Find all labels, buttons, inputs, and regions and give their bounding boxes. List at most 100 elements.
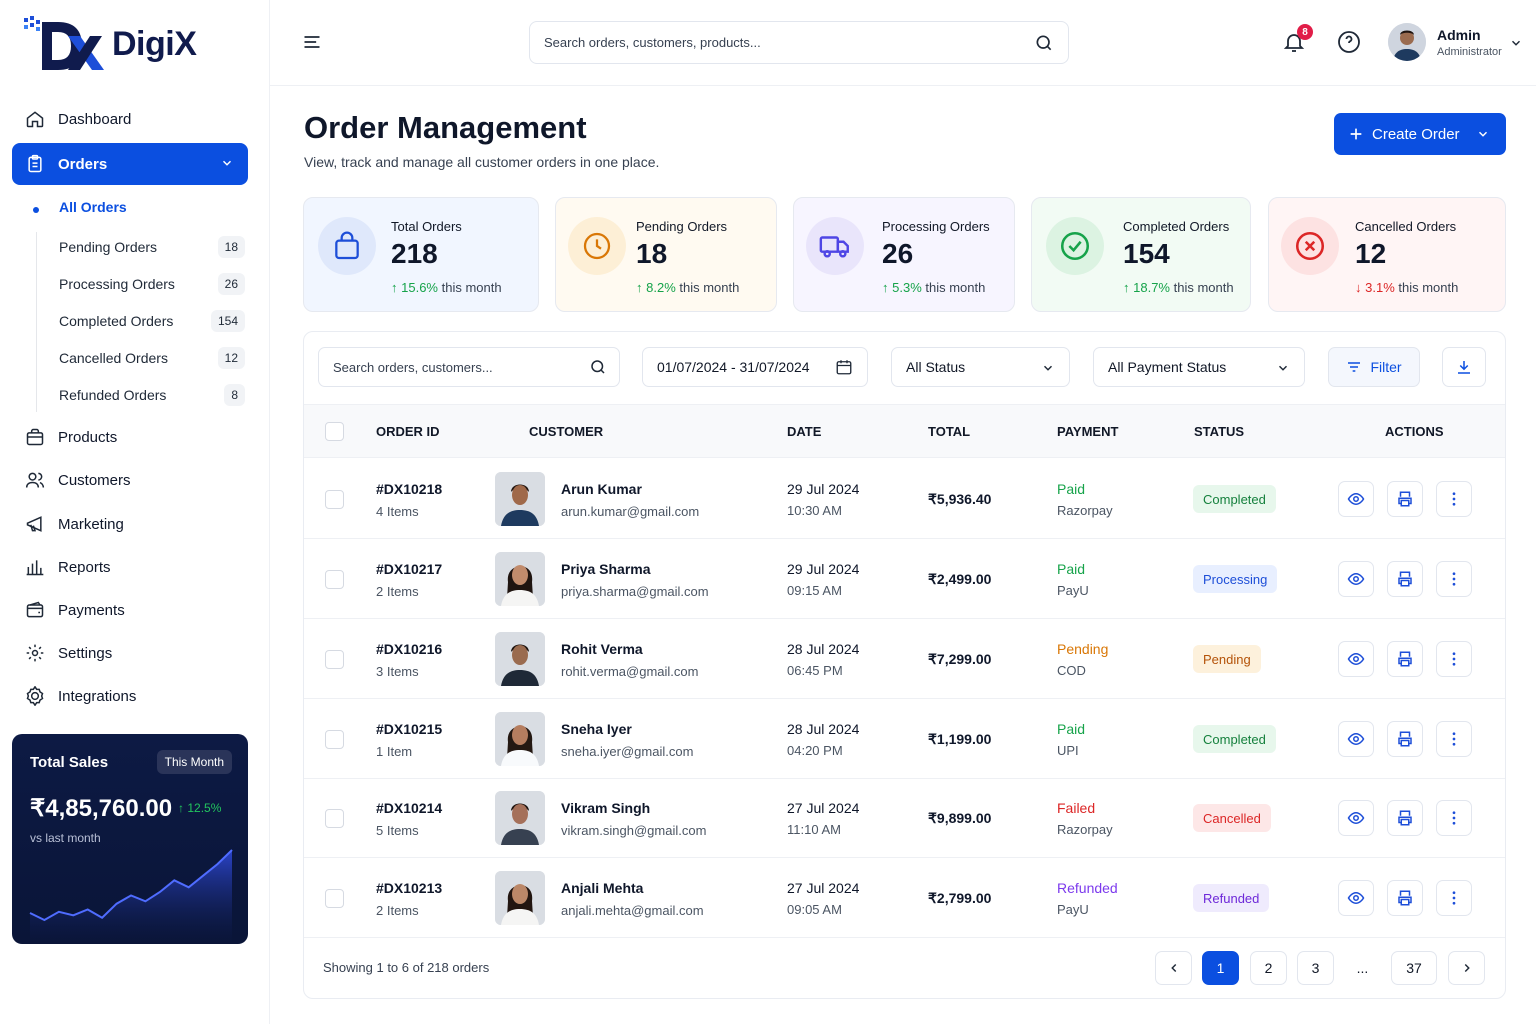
- stat-card-total[interactable]: Total Orders 218 ↑ 15.6% this month: [303, 197, 539, 312]
- sidebar-sub-cancelled[interactable]: Cancelled Orders 12: [59, 343, 245, 373]
- col-date[interactable]: DATE: [787, 424, 821, 439]
- more-options-button[interactable]: [1436, 721, 1472, 757]
- sidebar-sub-all-orders[interactable]: All Orders: [59, 199, 127, 215]
- page-button[interactable]: 37: [1391, 951, 1437, 985]
- customer-name[interactable]: Arun Kumar: [561, 481, 642, 497]
- search-icon[interactable]: [1034, 33, 1054, 56]
- customer-name[interactable]: Vikram Singh: [561, 800, 650, 816]
- customer-name[interactable]: Priya Sharma: [561, 561, 651, 577]
- filter-button[interactable]: Filter: [1328, 347, 1420, 387]
- sidebar-sub-completed[interactable]: Completed Orders 154: [59, 306, 245, 336]
- table-row[interactable]: [304, 778, 1505, 858]
- page-button[interactable]: 1: [1202, 951, 1239, 985]
- sales-period-pill[interactable]: This Month: [156, 750, 232, 774]
- print-button[interactable]: [1387, 721, 1423, 757]
- chevron-down-icon[interactable]: [1476, 127, 1490, 141]
- more-options-button[interactable]: [1436, 481, 1472, 517]
- more-options-button[interactable]: [1436, 641, 1472, 677]
- sidebar-sub-refunded[interactable]: Refunded Orders 8: [59, 380, 245, 410]
- print-button[interactable]: [1387, 641, 1423, 677]
- order-id[interactable]: #DX10216: [376, 641, 442, 657]
- more-options-button[interactable]: [1436, 561, 1472, 597]
- print-button[interactable]: [1387, 800, 1423, 836]
- sidebar-item-payments[interactable]: Payments: [12, 589, 248, 631]
- status-select[interactable]: All Status: [891, 347, 1070, 387]
- sidebar-item-reports[interactable]: Reports: [12, 546, 248, 588]
- brand-logo[interactable]: DigiX: [22, 16, 197, 72]
- select-all-checkbox[interactable]: [325, 422, 344, 441]
- print-button[interactable]: [1387, 481, 1423, 517]
- col-order-id[interactable]: ORDER ID: [376, 424, 440, 439]
- more-options-button[interactable]: [1436, 880, 1472, 916]
- row-checkbox[interactable]: [325, 650, 344, 669]
- order-id[interactable]: #DX10215: [376, 721, 442, 737]
- stat-card-pending[interactable]: Pending Orders 18 ↑ 8.2% this month: [555, 197, 777, 312]
- col-payment[interactable]: PAYMENT: [1057, 424, 1118, 439]
- brand-name: DigiX: [112, 24, 197, 63]
- chevron-down-icon: [1041, 361, 1055, 378]
- sidebar-item-dashboard[interactable]: Dashboard: [12, 98, 248, 140]
- view-button[interactable]: [1338, 721, 1374, 757]
- payment-status-select[interactable]: All Payment Status: [1093, 347, 1305, 387]
- user-avatar[interactable]: [1388, 23, 1426, 61]
- menu-icon[interactable]: [302, 32, 322, 57]
- date-range-picker[interactable]: 01/07/2024 - 31/07/2024: [642, 347, 868, 387]
- table-row[interactable]: [304, 699, 1505, 779]
- table-row[interactable]: [304, 858, 1505, 938]
- sidebar-item-settings[interactable]: Settings: [12, 632, 248, 674]
- view-button[interactable]: [1338, 641, 1374, 677]
- row-checkbox[interactable]: [325, 490, 344, 509]
- global-search-input[interactable]: Search orders, customers, products...: [529, 21, 1069, 64]
- view-button[interactable]: [1338, 880, 1374, 916]
- page-button[interactable]: 2: [1250, 951, 1287, 985]
- create-order-button[interactable]: Create Order: [1334, 113, 1506, 155]
- view-button[interactable]: [1338, 481, 1374, 517]
- sidebar-item-products[interactable]: Products: [12, 416, 248, 458]
- table-row[interactable]: [304, 459, 1505, 539]
- print-button[interactable]: [1387, 561, 1423, 597]
- order-id[interactable]: #DX10213: [376, 880, 442, 896]
- print-button[interactable]: [1387, 880, 1423, 916]
- customer-name[interactable]: Anjali Mehta: [561, 880, 643, 896]
- payment-method: COD: [1057, 663, 1086, 678]
- table-row[interactable]: [304, 619, 1505, 699]
- customer-avatar: [495, 871, 545, 925]
- stat-card-cancelled[interactable]: Cancelled Orders 12 ↓ 3.1% this month: [1268, 197, 1506, 312]
- row-checkbox[interactable]: [325, 730, 344, 749]
- customer-name[interactable]: Rohit Verma: [561, 641, 643, 657]
- order-search-input[interactable]: Search orders, customers...: [318, 347, 620, 387]
- sidebar-sub-pending[interactable]: Pending Orders 18: [59, 232, 245, 262]
- chevron-down-icon: [1276, 361, 1290, 378]
- table-row[interactable]: [304, 539, 1505, 619]
- order-id[interactable]: #DX10217: [376, 561, 442, 577]
- download-button[interactable]: [1442, 347, 1486, 387]
- col-status[interactable]: STATUS: [1194, 424, 1244, 439]
- sidebar-item-marketing[interactable]: Marketing: [12, 503, 248, 545]
- more-options-button[interactable]: [1436, 800, 1472, 836]
- row-checkbox[interactable]: [325, 809, 344, 828]
- next-page-button[interactable]: [1448, 951, 1485, 985]
- view-button[interactable]: [1338, 800, 1374, 836]
- customer-name[interactable]: Sneha Iyer: [561, 721, 632, 737]
- sidebar-sub-processing[interactable]: Processing Orders 26: [59, 269, 245, 299]
- sidebar-item-orders[interactable]: Orders: [12, 143, 248, 185]
- order-id[interactable]: #DX10214: [376, 800, 442, 816]
- search-icon[interactable]: [589, 358, 607, 379]
- col-total[interactable]: TOTAL: [928, 424, 970, 439]
- prev-page-button[interactable]: [1155, 951, 1192, 985]
- clock-icon: [568, 217, 626, 275]
- view-button[interactable]: [1338, 561, 1374, 597]
- sidebar-item-integrations[interactable]: Integrations: [12, 675, 248, 717]
- col-customer[interactable]: CUSTOMER: [529, 424, 603, 439]
- row-checkbox[interactable]: [325, 889, 344, 908]
- page-button[interactable]: 3: [1297, 951, 1334, 985]
- order-id[interactable]: #DX10218: [376, 481, 442, 497]
- sidebar-item-customers[interactable]: Customers: [12, 459, 248, 501]
- user-name[interactable]: Admin: [1437, 27, 1481, 43]
- stat-card-processing[interactable]: Processing Orders 26 ↑ 5.3% this month: [793, 197, 1015, 312]
- chevron-down-icon[interactable]: [1509, 36, 1523, 55]
- stat-card-completed[interactable]: Completed Orders 154 ↑ 18.7% this month: [1031, 197, 1251, 312]
- col-actions: ACTIONS: [1385, 424, 1444, 439]
- help-icon[interactable]: [1337, 30, 1361, 59]
- row-checkbox[interactable]: [325, 570, 344, 589]
